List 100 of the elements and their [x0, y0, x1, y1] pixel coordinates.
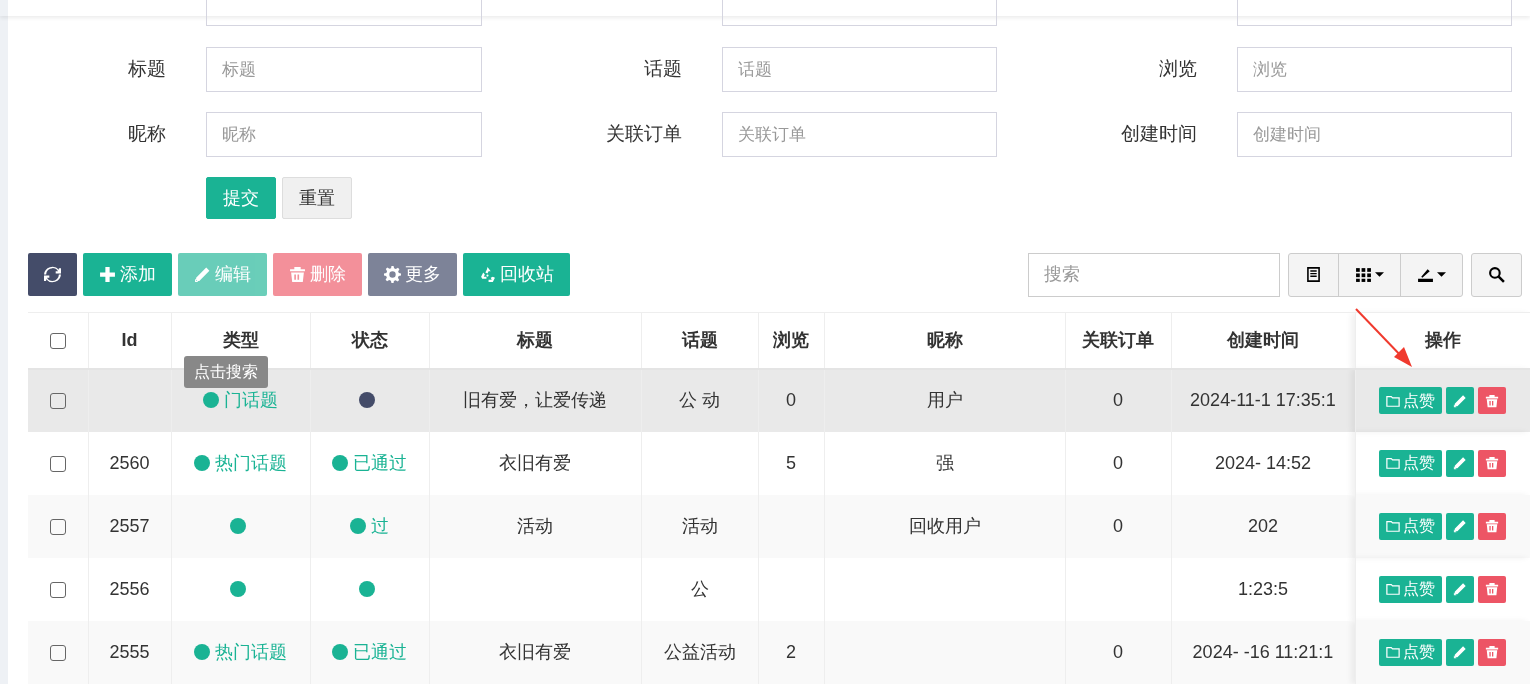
folder-icon	[1386, 582, 1400, 597]
grid-icon	[1355, 266, 1372, 283]
search-icon	[1488, 266, 1505, 283]
edit-button[interactable]	[1446, 387, 1474, 415]
order-cell: 0	[1113, 641, 1123, 662]
delete-button[interactable]	[1478, 512, 1506, 540]
edit-button[interactable]	[1446, 638, 1474, 666]
created-time-cell: 2024-11-1 17:35:1	[1190, 390, 1336, 410]
views-cell: 2	[786, 641, 796, 662]
edit-button[interactable]	[1446, 512, 1474, 540]
input-field[interactable]: 创建时间	[1237, 112, 1512, 157]
nickname-cell: 强	[935, 452, 954, 473]
status-label: 已通过	[353, 452, 407, 473]
add-button[interactable]: 添加	[83, 253, 172, 296]
row-checkbox[interactable]	[49, 393, 66, 410]
like-button[interactable]: 点赞	[1379, 512, 1442, 540]
id-cell: 2560	[109, 452, 150, 473]
like-button[interactable]: 点赞	[1379, 638, 1442, 666]
id-cell: 2556	[109, 578, 150, 599]
column-header: 状态	[351, 329, 388, 350]
like-button[interactable]: 点赞	[1379, 575, 1442, 603]
field-label: 浏览	[1158, 57, 1198, 82]
title-cell: 活动	[517, 515, 553, 536]
input-field[interactable]: 标题	[206, 47, 482, 92]
column-header: 操作	[1424, 329, 1461, 350]
nickname-cell: 用户	[926, 390, 963, 410]
nickname-cell: 回收用户	[908, 515, 981, 536]
folder-icon	[1386, 393, 1400, 408]
column-header: 昵称	[926, 329, 963, 350]
like-button[interactable]: 点赞	[1379, 449, 1442, 477]
annotation-arrow	[1355, 308, 1412, 367]
id-cell: 2555	[109, 641, 150, 662]
field-label: 昵称	[127, 122, 167, 147]
created-time-cell: 1:23:5	[1237, 578, 1288, 599]
row-checkbox[interactable]	[49, 455, 66, 472]
input-field[interactable]	[1237, 0, 1512, 26]
column-header: 类型	[222, 329, 259, 350]
gear-icon	[384, 266, 401, 283]
trash-icon	[1485, 645, 1499, 660]
created-time-cell: 2024- 14:52	[1214, 452, 1312, 473]
field-label: 话题	[643, 57, 683, 82]
field-label: 关联订单	[605, 122, 683, 147]
trash-icon	[289, 266, 306, 283]
recycle-bin-button[interactable]: 回收站	[463, 253, 570, 296]
pencil-icon	[1453, 456, 1467, 471]
type-link[interactable]: 热门话题	[215, 641, 287, 662]
order-cell: 0	[1113, 452, 1123, 473]
topic-cell: 公	[690, 578, 709, 599]
column-header: 话题	[681, 329, 718, 350]
id-cell: 2557	[109, 515, 150, 536]
like-button[interactable]: 点赞	[1379, 387, 1442, 415]
refresh-button[interactable]	[28, 253, 77, 296]
trash-icon	[1485, 393, 1499, 408]
status-label: 已通过	[353, 641, 407, 662]
order-cell: 0	[1113, 515, 1123, 536]
created-time-cell: 202	[1247, 515, 1278, 536]
delete-button[interactable]	[1478, 638, 1506, 666]
refresh-icon	[44, 266, 61, 283]
select-all-checkbox[interactable]	[49, 333, 66, 349]
type-link[interactable]: 门话题	[224, 390, 278, 410]
created-time-cell: 2024- -16 11:21:1	[1192, 641, 1334, 662]
input-field[interactable]: 浏览	[1237, 47, 1512, 92]
caret-icon	[1437, 270, 1446, 279]
row-checkbox[interactable]	[49, 518, 66, 535]
topic-cell: 公益活动	[663, 641, 736, 662]
pencil-icon	[1453, 645, 1467, 660]
plus-icon	[99, 266, 116, 283]
search-field[interactable]: 搜索	[1028, 252, 1280, 297]
title-cell: 衣旧有爱	[499, 452, 571, 473]
row-checkbox[interactable]	[49, 644, 66, 661]
column-header: 关联订单	[1082, 329, 1154, 350]
edit-button[interactable]	[1446, 575, 1474, 603]
folder-icon	[1386, 519, 1400, 534]
trash-icon	[1485, 519, 1499, 534]
delete-button[interactable]	[1478, 449, 1506, 477]
input-field[interactable]: 昵称	[206, 112, 482, 157]
input-field[interactable]: 话题	[722, 47, 997, 92]
input-field[interactable]: 关联订单	[722, 112, 997, 157]
edit-button[interactable]	[1446, 449, 1474, 477]
input-field[interactable]	[722, 0, 997, 26]
delete-button[interactable]	[1478, 575, 1506, 603]
folder-icon	[1386, 645, 1400, 660]
reset-button[interactable]: 重置	[282, 177, 352, 219]
trash-icon	[1485, 582, 1499, 597]
recycle-icon	[479, 266, 496, 283]
more-button[interactable]: 更多	[368, 253, 457, 296]
input-field[interactable]	[206, 0, 482, 26]
type-link[interactable]: 热门话题	[215, 452, 287, 473]
status-label: 过	[371, 515, 389, 536]
trash-icon	[1485, 456, 1499, 471]
pencil-icon	[1453, 519, 1467, 534]
column-header: 浏览	[773, 329, 809, 350]
column-header: 创建时间	[1227, 329, 1299, 350]
delete-button[interactable]	[1478, 387, 1506, 415]
row-checkbox[interactable]	[49, 581, 66, 598]
topic-cell: 活动	[681, 515, 718, 536]
title-cell: 衣旧有爱	[499, 641, 571, 662]
submit-button[interactable]: 提交	[206, 177, 276, 219]
pencil-icon	[1453, 393, 1467, 408]
pencil-icon	[194, 266, 211, 283]
